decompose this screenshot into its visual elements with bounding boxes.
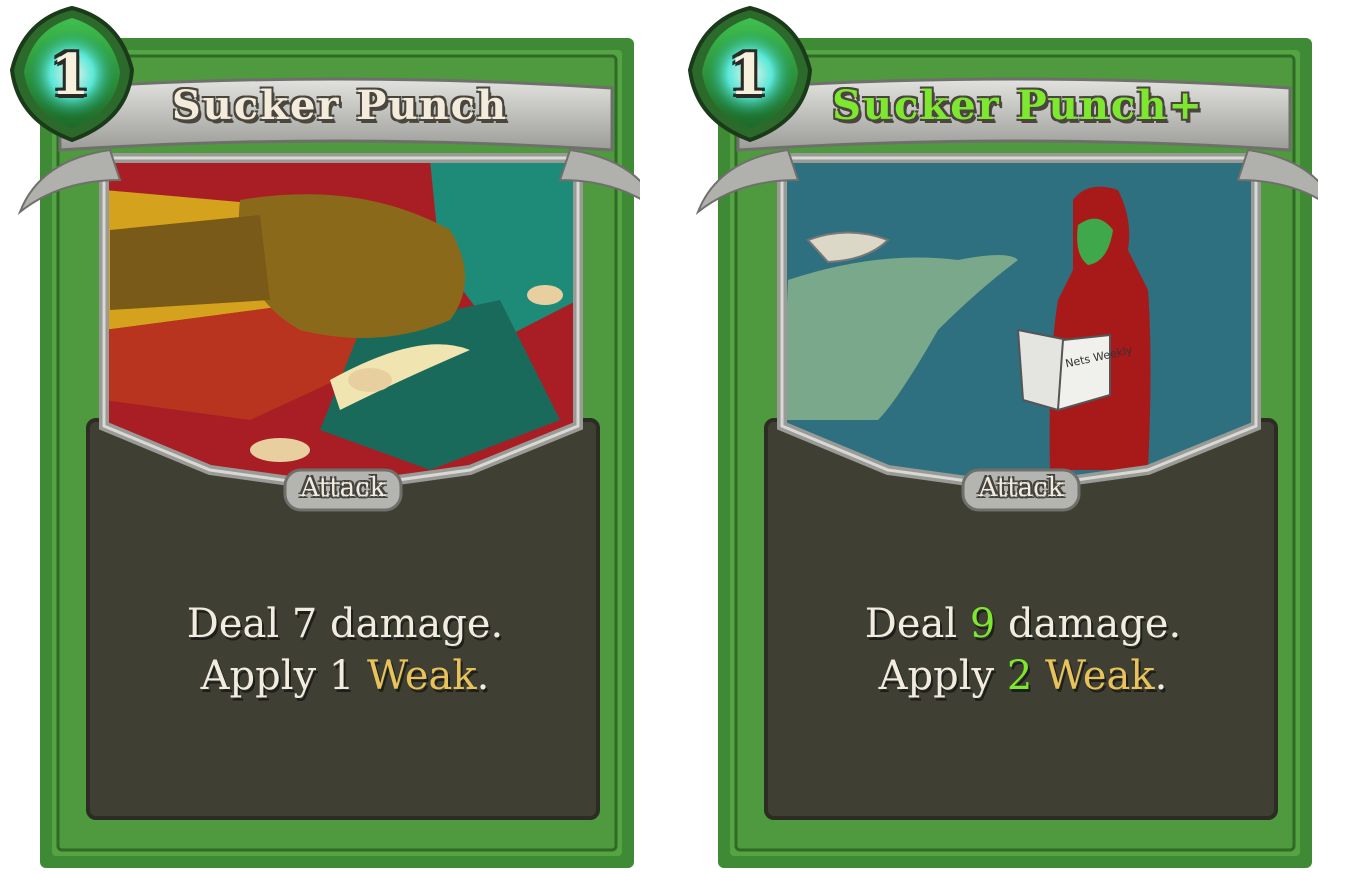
card-frame: Nets Weekly xyxy=(687,5,1318,868)
energy-cost: 1 xyxy=(50,42,90,108)
card-sucker-punch[interactable]: 1 Sucker Punch Attack Deal 7 damage. App… xyxy=(0,0,640,874)
card-description: Deal 9 damage. Apply 2 Weak. xyxy=(773,598,1273,702)
text-period: . xyxy=(1154,653,1168,699)
weak-amount: 2 xyxy=(1006,653,1033,699)
keyword-weak: Weak xyxy=(367,653,477,699)
card-sucker-punch-upgraded[interactable]: Nets Weekly 1 Sucker Punch+ Attack Deal … xyxy=(678,0,1318,874)
text-apply: Apply xyxy=(878,653,1007,699)
text-apply: Apply xyxy=(200,653,329,699)
description-line-2: Apply 2 Weak. xyxy=(773,650,1273,702)
damage-value: 7 xyxy=(291,601,318,647)
text-damage: damage. xyxy=(317,601,504,647)
card-frame xyxy=(9,5,640,868)
damage-value: 9 xyxy=(969,601,996,647)
weak-amount: 1 xyxy=(328,653,355,699)
text-deal: Deal xyxy=(864,601,970,647)
card-title: Sucker Punch+ xyxy=(832,82,1204,129)
text-deal: Deal xyxy=(186,601,292,647)
text-period: . xyxy=(476,653,490,699)
card-type-label: Attack xyxy=(978,473,1064,503)
card-title: Sucker Punch xyxy=(171,82,509,129)
description-line-2: Apply 1 Weak. xyxy=(95,650,595,702)
keyword-weak: Weak xyxy=(1045,653,1155,699)
description-line-1: Deal 9 damage. xyxy=(773,598,1273,650)
card-description: Deal 7 damage. Apply 1 Weak. xyxy=(95,598,595,702)
description-line-1: Deal 7 damage. xyxy=(95,598,595,650)
text-damage: damage. xyxy=(995,601,1182,647)
energy-cost: 1 xyxy=(728,42,768,108)
card-type-label: Attack xyxy=(300,473,386,503)
